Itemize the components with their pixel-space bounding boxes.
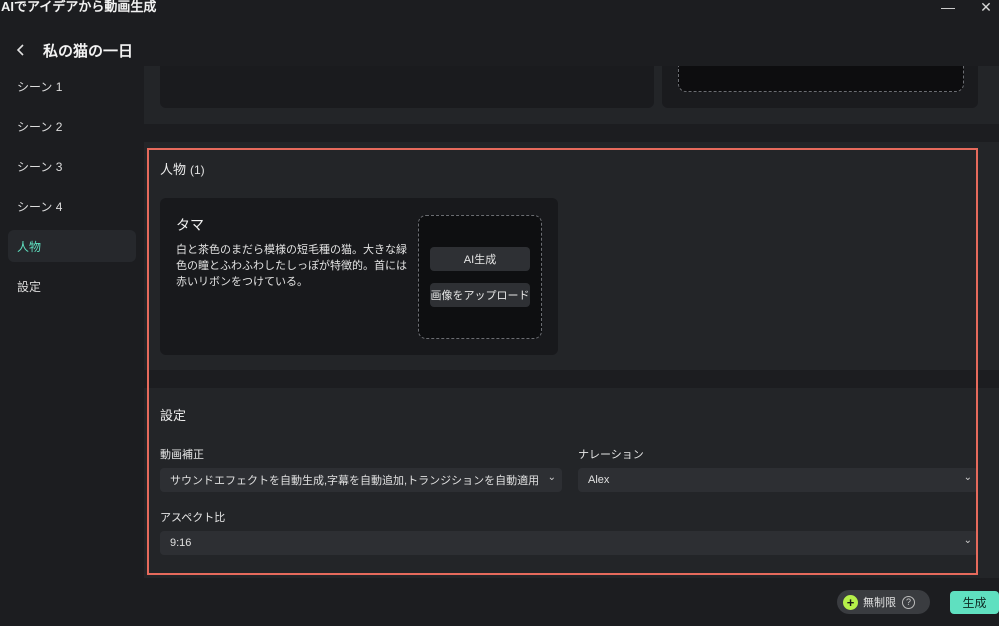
app-title: AIでアイデアから動画生成 xyxy=(1,0,157,14)
person-panel: 人物 (1) タマ 白と茶色のまだら模様の短毛種の猫。大きな緑色の瞳とふわふわした… xyxy=(144,142,999,370)
character-card: タマ 白と茶色のまだら模様の短毛種の猫。大きな緑色の瞳とふわふわしたしっぽが特徴… xyxy=(160,198,558,355)
main-content[interactable]: 人物 (1) タマ 白と茶色のまだら模様の短毛種の猫。大きな緑色の瞳とふわふわした… xyxy=(144,66,999,626)
sidebar-item-settings[interactable]: 設定 xyxy=(8,270,136,302)
page-title: 私の猫の一日 xyxy=(43,43,134,60)
narration-value: Alex xyxy=(588,474,610,486)
person-title-text: 人物 xyxy=(160,162,187,177)
sidebar-item-scene-3[interactable]: シーン 3 xyxy=(8,150,136,182)
unlimited-badge[interactable]: + 無制限 ? xyxy=(837,590,930,614)
minimize-button[interactable]: — xyxy=(938,0,958,15)
video-correction-value: サウンドエフェクトを自動生成,字幕を自動追加,トランジションを自動適用 xyxy=(170,475,540,487)
chevron-down-icon: ⌄ xyxy=(963,535,972,546)
sidebar-item-scene-2[interactable]: シーン 2 xyxy=(8,110,136,142)
close-button[interactable]: ✕ xyxy=(976,0,996,15)
character-description: 白と茶色のまだら模様の短毛種の猫。大きな緑色の瞳とふわふわしたしっぽが特徴的。首… xyxy=(176,244,407,288)
page-header: 私の猫の一日 xyxy=(0,38,400,64)
generate-button[interactable]: 生成 xyxy=(950,591,999,614)
title-bar: AIでアイデアから動画生成 — ✕ xyxy=(0,0,999,22)
character-image-dropzone[interactable]: AI生成 画像をアップロード xyxy=(418,215,542,339)
ai-generate-button[interactable]: AI生成 xyxy=(430,247,530,271)
video-correction-select[interactable]: サウンドエフェクトを自動生成,字幕を自動追加,トランジションを自動適用 ⌄ xyxy=(160,468,562,492)
character-name: タマ xyxy=(176,217,204,233)
settings-panel: 設定 動画補正 サウンドエフェクトを自動生成,字幕を自動追加,トランジションを自… xyxy=(144,388,999,578)
aspect-ratio-label: アスペクト比 xyxy=(160,512,226,524)
aspect-ratio-select[interactable]: 9:16 ⌄ xyxy=(160,531,978,555)
narration-label: ナレーション xyxy=(578,449,644,461)
narration-select[interactable]: Alex ⌄ xyxy=(578,468,978,492)
scene-image-dropzone[interactable] xyxy=(678,66,964,92)
video-correction-label: 動画補正 xyxy=(160,449,204,461)
unlimited-label: 無制限 xyxy=(863,597,896,609)
chevron-down-icon: ⌄ xyxy=(547,472,556,483)
scene-panel-partial xyxy=(144,66,999,124)
sidebar-item-scene-1[interactable]: シーン 1 xyxy=(8,70,136,102)
scene-image-card xyxy=(662,66,978,108)
person-count: (1) xyxy=(190,163,205,177)
minimize-icon: — xyxy=(941,0,955,15)
help-circle-icon[interactable]: ? xyxy=(902,595,915,609)
scene-text-card xyxy=(160,66,654,108)
person-section-title: 人物 (1) xyxy=(160,159,205,178)
settings-section-title: 設定 xyxy=(160,408,187,423)
chevron-down-icon: ⌄ xyxy=(963,472,972,483)
chevron-left-icon xyxy=(16,44,24,56)
sidebar-item-person[interactable]: 人物 xyxy=(8,230,136,262)
aspect-ratio-value: 9:16 xyxy=(170,537,192,549)
upload-image-button[interactable]: 画像をアップロード xyxy=(430,283,530,307)
plus-circle-icon: + xyxy=(843,594,858,610)
back-button[interactable] xyxy=(12,40,30,60)
close-icon: ✕ xyxy=(980,0,992,15)
sidebar-item-scene-4[interactable]: シーン 4 xyxy=(8,190,136,222)
